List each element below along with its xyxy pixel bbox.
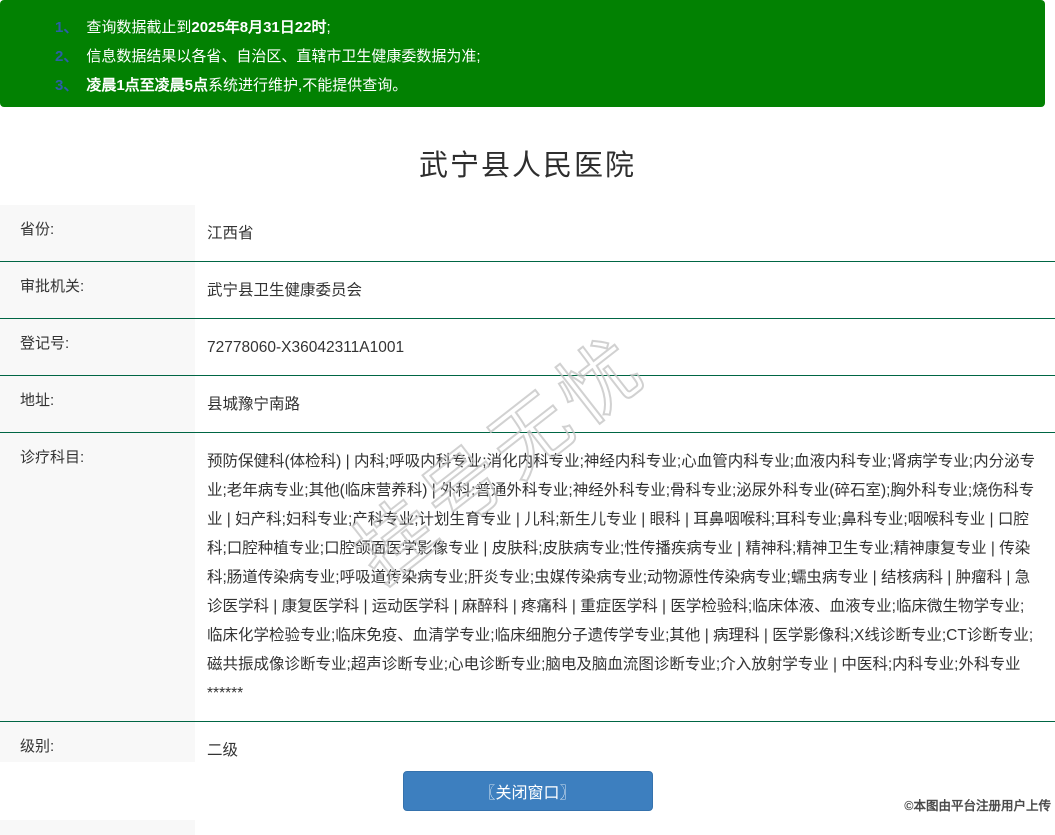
notice-post-3: 系统进行维护,不能提供查询。 bbox=[208, 77, 407, 94]
row-label-approval-authority: 审批机关: bbox=[0, 262, 195, 318]
table-row-province: 省份: 江西省 bbox=[0, 205, 1055, 262]
notice-post-1: ; bbox=[326, 19, 330, 36]
notice-text-1: 查询数据截止到 bbox=[86, 19, 191, 36]
notice-number-2: 2、 bbox=[55, 48, 78, 65]
row-label-address: 地址: bbox=[0, 376, 195, 432]
notice-bold-3: 凌晨1点至凌晨5点 bbox=[86, 77, 208, 94]
notice-item-2: 2、信息数据结果以各省、自治区、直辖市卫生健康委数据为准; bbox=[55, 42, 1035, 71]
table-row-address: 地址: 县城豫宁南路 bbox=[0, 376, 1055, 433]
footer-bar: 〖关闭窗口〗 bbox=[0, 762, 1055, 820]
table-row-departments: 诊疗科目: 预防保健科(体检科) | 内科;呼吸内科专业;消化内科专业;神经内科… bbox=[0, 433, 1055, 722]
close-window-button[interactable]: 〖关闭窗口〗 bbox=[403, 771, 653, 811]
notice-text-2: 信息数据结果以各省、自治区、直辖市卫生健康委数据为准; bbox=[86, 48, 480, 65]
notice-item-3: 3、凌晨1点至凌晨5点系统进行维护,不能提供查询。 bbox=[55, 71, 1035, 100]
notice-bold-1: 2025年8月31日22时 bbox=[191, 19, 326, 36]
notice-banner: 1、查询数据截止到2025年8月31日22时; 2、信息数据结果以各省、自治区、… bbox=[0, 0, 1045, 107]
row-value-registration-number: 72778060-X36042311A1001 bbox=[195, 315, 1055, 375]
row-label-departments: 诊疗科目: bbox=[0, 433, 195, 721]
table-row-approval-authority: 审批机关: 武宁县卫生健康委员会 bbox=[0, 262, 1055, 319]
row-value-departments: 预防保健科(体检科) | 内科;呼吸内科专业;消化内科专业;神经内科专业;心血管… bbox=[195, 429, 1055, 721]
row-value-province: 江西省 bbox=[195, 201, 1055, 261]
row-value-address: 县城豫宁南路 bbox=[195, 372, 1055, 432]
notice-item-1: 1、查询数据截止到2025年8月31日22时; bbox=[55, 13, 1035, 42]
hospital-info-table: 省份: 江西省 审批机关: 武宁县卫生健康委员会 登记号: 72778060-X… bbox=[0, 205, 1055, 835]
table-row-registration-number: 登记号: 72778060-X36042311A1001 bbox=[0, 319, 1055, 376]
row-label-registration-number: 登记号: bbox=[0, 319, 195, 375]
row-value-approval-authority: 武宁县卫生健康委员会 bbox=[195, 258, 1055, 318]
notice-number-1: 1、 bbox=[55, 19, 78, 36]
notice-number-3: 3、 bbox=[55, 77, 78, 94]
row-label-province: 省份: bbox=[0, 205, 195, 261]
page-title: 武宁县人民医院 bbox=[0, 142, 1055, 184]
